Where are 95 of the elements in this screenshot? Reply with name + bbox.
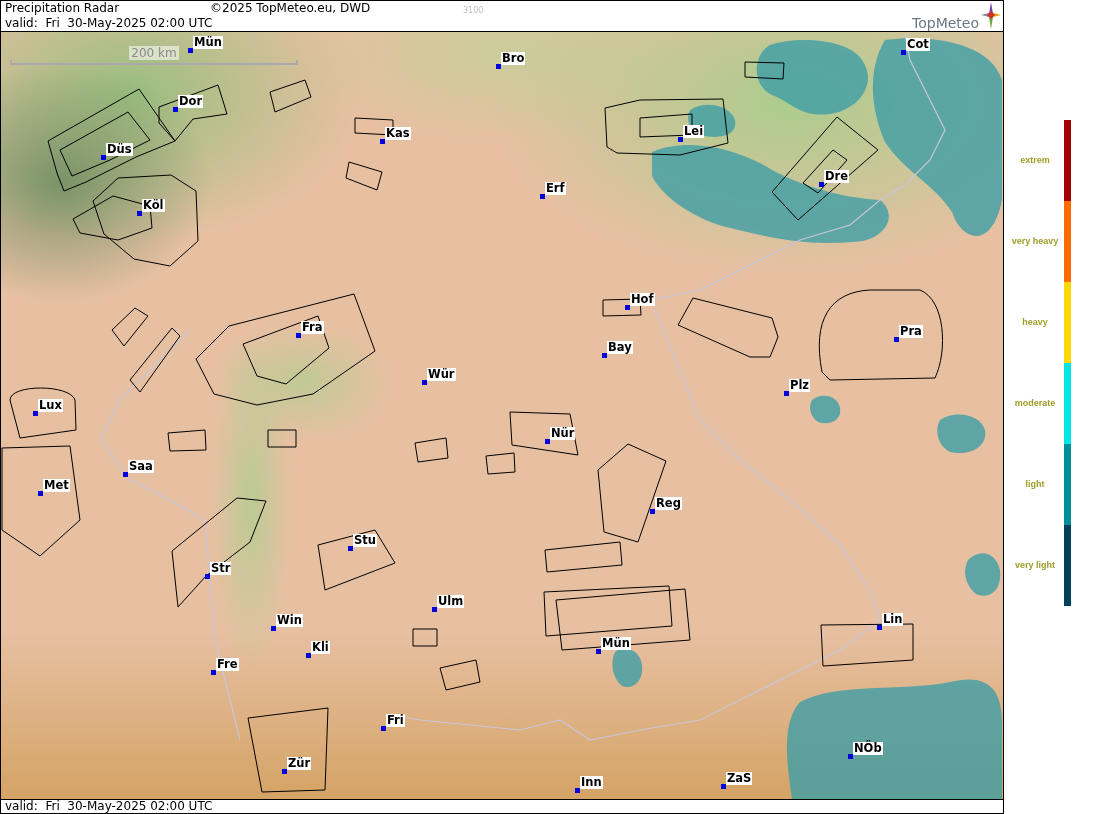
city-label: Cot [906, 38, 930, 51]
city-marker-icon [188, 48, 193, 53]
legend-label: light [1025, 479, 1045, 490]
city-label: Fra [301, 321, 324, 334]
city-label: Erf [545, 182, 566, 195]
city-label: Hof [630, 293, 655, 306]
valid-time: valid: Fri 30-May-2025 02:00 UTC [5, 16, 213, 31]
city-marker-icon [894, 337, 899, 342]
airspace-outline [439, 659, 481, 691]
city-marker-icon [545, 439, 550, 444]
city-marker-icon [271, 626, 276, 631]
city-marker-icon [101, 155, 106, 160]
city-marker-icon [348, 546, 353, 551]
city-label: Fri [386, 714, 405, 727]
precipitation-area [937, 414, 986, 453]
city-label: NÖb [853, 742, 883, 755]
city-label: Wür [427, 368, 456, 381]
valid-time: valid: Fri 30-May-2025 02:00 UTC [5, 799, 213, 813]
airspace-outline [744, 61, 785, 80]
city-marker-icon [877, 625, 882, 630]
city-label: Ulm [437, 595, 465, 608]
city-label: Bro [501, 52, 526, 65]
legend-label: very light [1015, 560, 1055, 571]
airspace-outline [9, 387, 77, 439]
city-label: Lin [882, 613, 904, 626]
airspace-outline [345, 161, 383, 191]
city-marker-icon [33, 411, 38, 416]
city-label: Kli [311, 641, 330, 654]
city-marker-icon [38, 491, 43, 496]
city-label: Mün [193, 36, 223, 49]
airspace-outline [269, 79, 312, 113]
city-marker-icon [205, 574, 210, 579]
number-label: 3100 [463, 6, 484, 16]
city-marker-icon [784, 391, 789, 396]
city-marker-icon [123, 472, 128, 477]
city-label: Win [276, 614, 303, 627]
airspace-outline [267, 429, 297, 448]
city-label: Str [210, 562, 232, 575]
city-marker-icon [678, 137, 683, 142]
city-marker-icon [173, 107, 178, 112]
city-label: Inn [580, 776, 603, 789]
city-label: Lei [683, 125, 705, 138]
city-label: Pra [899, 325, 923, 338]
legend-label: extrem [1020, 155, 1050, 166]
copyright-text: ©2025 TopMeteo.eu, DWD [210, 1, 371, 16]
legend-label: very heavy [1011, 236, 1059, 247]
city-label: Plz [789, 379, 811, 392]
city-marker-icon [211, 670, 216, 675]
city-marker-icon [848, 754, 853, 759]
compass-star-icon [981, 2, 1001, 29]
city-marker-icon [819, 182, 824, 187]
city-marker-icon [282, 769, 287, 774]
city-marker-icon [901, 50, 906, 55]
city-marker-icon [575, 788, 580, 793]
airspace-outline [412, 628, 438, 647]
city-label: Dor [178, 95, 204, 108]
city-label: Mün [601, 637, 631, 650]
precipitation-area [810, 395, 841, 424]
city-marker-icon [496, 64, 501, 69]
city-label: Saa [128, 460, 154, 473]
city-label: Stu [353, 534, 377, 547]
city-label: Düs [106, 143, 133, 156]
city-marker-icon [137, 211, 142, 216]
legend-label: moderate [1014, 398, 1056, 409]
city-marker-icon [540, 194, 545, 199]
city-label: Lux [38, 399, 63, 412]
city-label: Fre [216, 658, 239, 671]
city-label: Dre [824, 170, 850, 183]
city-marker-icon [381, 726, 386, 731]
city-marker-icon [306, 653, 311, 658]
city-marker-icon [602, 353, 607, 358]
city-label: Met [43, 479, 70, 492]
city-marker-icon [380, 139, 385, 144]
city-marker-icon [432, 607, 437, 612]
city-label: Reg [655, 497, 682, 510]
city-marker-icon [296, 333, 301, 338]
city-label: Zür [287, 757, 312, 770]
legend-label: heavy [1022, 317, 1048, 328]
map-title: Precipitation Radar [5, 1, 120, 16]
city-label: Bay [607, 341, 633, 354]
city-label: Köl [142, 199, 165, 212]
city-marker-icon [625, 305, 630, 310]
city-marker-icon [721, 784, 726, 789]
airspace-outline [167, 429, 207, 452]
logo-text: TopMeteo [912, 15, 979, 31]
precipitation-area [965, 553, 1001, 596]
scale-label: 200 km [129, 46, 179, 60]
city-label: ZaS [726, 772, 753, 785]
city-marker-icon [650, 509, 655, 514]
airspace-outline [414, 437, 449, 463]
city-marker-icon [596, 649, 601, 654]
city-label: Nür [550, 427, 576, 440]
city-label: Kas [385, 127, 411, 140]
city-marker-icon [422, 380, 427, 385]
precipitation-area [612, 648, 643, 687]
